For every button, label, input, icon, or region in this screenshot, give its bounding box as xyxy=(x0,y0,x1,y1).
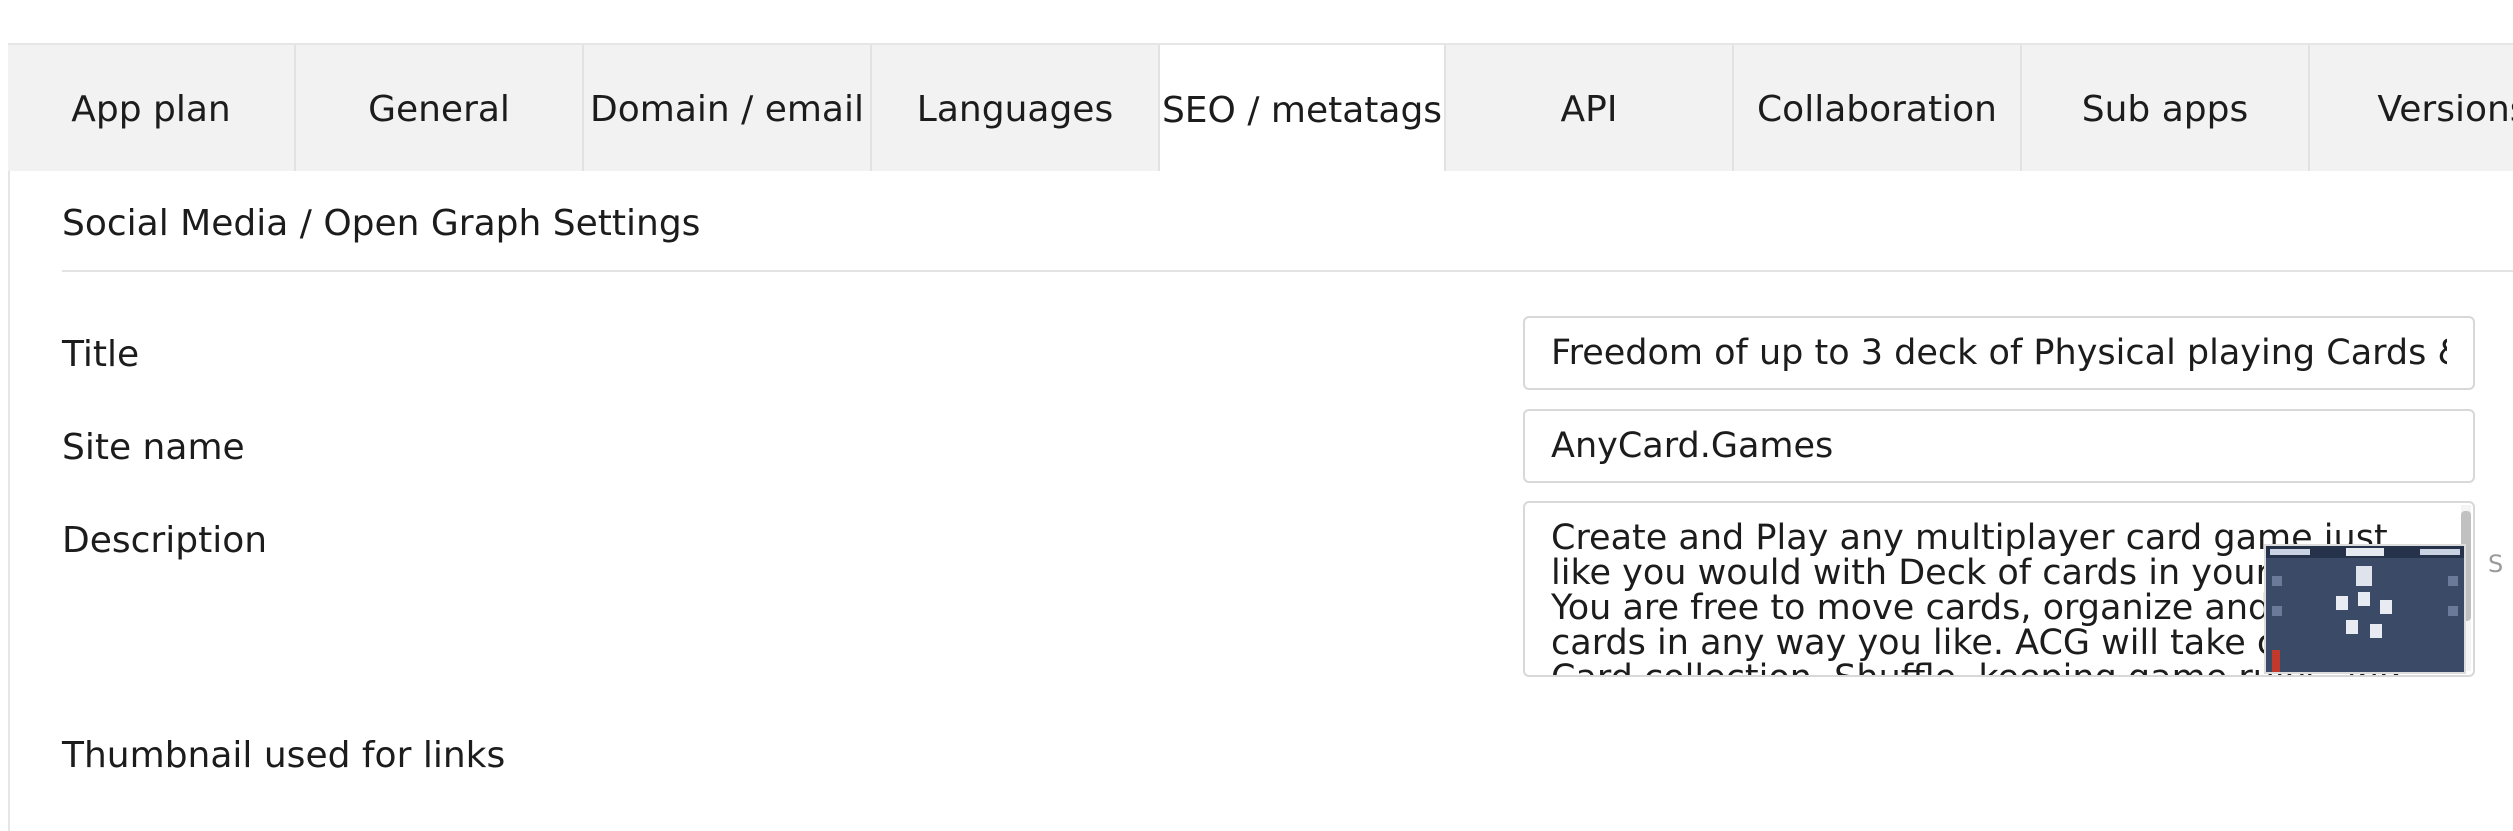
tab-general[interactable]: General xyxy=(296,45,584,173)
tab-seo-metatags[interactable]: SEO / metatags xyxy=(1158,45,1446,175)
app-settings-page: App plan General Domain / email Language… xyxy=(0,0,2513,831)
tab-languages[interactable]: Languages xyxy=(872,45,1160,173)
seo-settings-panel: Social Media / Open Graph Settings Title… xyxy=(8,171,2513,831)
tab-versions[interactable]: Versions xyxy=(2310,45,2513,173)
description-label: Description xyxy=(62,520,268,561)
thumbnail-label: Thumbnail used for links xyxy=(62,735,506,776)
site-name-label: Site name xyxy=(62,427,245,468)
section-title: Social Media / Open Graph Settings xyxy=(62,203,701,244)
thumbnail-side-text: S xyxy=(2488,550,2504,578)
tab-collaboration[interactable]: Collaboration xyxy=(1734,45,2022,173)
site-name-input[interactable] xyxy=(1523,409,2475,483)
tab-domain-email[interactable]: Domain / email xyxy=(584,45,872,173)
tab-api[interactable]: API xyxy=(1446,45,1734,173)
settings-tab-bar: App plan General Domain / email Language… xyxy=(8,43,2513,175)
section-divider xyxy=(62,270,2513,272)
tab-app-plan[interactable]: App plan xyxy=(8,45,296,173)
title-input[interactable] xyxy=(1523,316,2475,390)
title-label: Title xyxy=(62,334,140,375)
thumbnail-image[interactable] xyxy=(2264,544,2466,674)
tab-sub-apps[interactable]: Sub apps xyxy=(2022,45,2310,173)
game-screenshot-thumbnail-icon xyxy=(2266,546,2464,672)
